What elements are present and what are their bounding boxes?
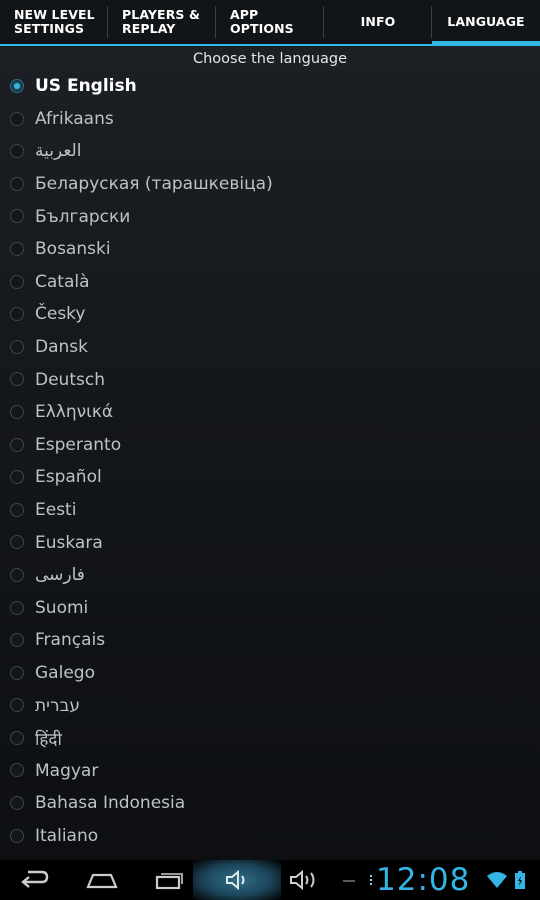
radio-button[interactable] [10, 600, 24, 615]
language-label: US English [35, 76, 137, 97]
language-option[interactable]: Français [0, 624, 540, 657]
language-option[interactable]: हिंदी [0, 722, 540, 755]
radio-button[interactable] [10, 828, 24, 843]
language-option[interactable]: Deutsch [0, 363, 540, 396]
language-option[interactable]: Ελληνικά [0, 396, 540, 429]
language-label: Bahasa Indonesia [35, 793, 186, 814]
radio-button[interactable] [10, 535, 24, 550]
language-option[interactable]: فارسی [0, 559, 540, 592]
language-option[interactable]: Bahasa Indonesia [0, 787, 540, 820]
radio-button[interactable] [10, 209, 24, 224]
status-clock: 12:08 [376, 862, 471, 898]
language-caption: Choose the language [192, 51, 348, 67]
language-label: עברית [35, 695, 81, 716]
radio-button[interactable] [10, 176, 24, 191]
tab-players-replay-line2: REPLAY [122, 21, 176, 36]
radio-button[interactable] [10, 796, 24, 811]
language-option[interactable]: Suomi [0, 592, 540, 625]
language-option[interactable]: Español [0, 461, 540, 494]
language-label: Ελληνικά [35, 402, 114, 423]
language-label: Esperanto [35, 434, 122, 455]
radio-button[interactable] [10, 437, 24, 452]
language-option[interactable]: Esperanto [0, 429, 540, 462]
language-label: Deutsch [35, 369, 105, 390]
language-option[interactable]: Eesti [0, 494, 540, 527]
language-label: Español [35, 467, 102, 488]
language-option[interactable]: Беларуская (тарашкевіца) [0, 168, 540, 201]
language-option[interactable]: Български [0, 200, 540, 233]
tab-new-level-settings-line2: SETTINGS [14, 21, 85, 36]
tab-new-level-settings-line1: NEW LEVEL [14, 7, 95, 22]
volume-down-icon[interactable] [220, 860, 254, 900]
language-list: US English Afrikaans العربية Беларуская … [0, 70, 540, 852]
language-label: Dansk [35, 337, 88, 358]
language-label: Eesti [35, 500, 77, 521]
radio-button[interactable] [10, 79, 24, 93]
radio-button[interactable] [10, 763, 24, 778]
language-option[interactable]: Dansk [0, 331, 540, 364]
back-icon[interactable] [15, 860, 55, 900]
recent-apps-icon[interactable] [150, 860, 190, 900]
tab-app-options-line2: OPTIONS [230, 21, 294, 36]
radio-button[interactable] [10, 111, 24, 126]
language-label: Galego [35, 662, 95, 683]
volume-up-icon[interactable] [286, 860, 322, 900]
tab-info[interactable]: INFO [324, 0, 432, 44]
tab-players-replay[interactable]: PLAYERS & REPLAY [108, 0, 216, 44]
language-option[interactable]: Euskara [0, 526, 540, 559]
tab-app-options-line1: APP [230, 7, 259, 22]
radio-button[interactable] [10, 502, 24, 517]
language-label: Euskara [35, 532, 103, 553]
notification-dots-icon[interactable] [340, 860, 374, 900]
language-option[interactable]: Bosanski [0, 233, 540, 266]
language-label: Česky [35, 304, 86, 325]
radio-button[interactable] [10, 307, 24, 322]
radio-button[interactable] [10, 567, 24, 582]
radio-button[interactable] [10, 339, 24, 354]
radio-button[interactable] [10, 470, 24, 485]
language-option[interactable]: العربية [0, 135, 540, 168]
language-option[interactable]: Afrikaans [0, 103, 540, 136]
language-label: Italiano [35, 825, 99, 846]
battery-icon [512, 860, 528, 900]
language-option[interactable]: Galego [0, 657, 540, 690]
language-option[interactable]: Català [0, 266, 540, 299]
radio-button[interactable] [10, 274, 24, 289]
radio-button[interactable] [10, 698, 24, 713]
tab-language-label: LANGUAGE [447, 14, 525, 29]
radio-button[interactable] [10, 404, 24, 419]
language-label: العربية [35, 141, 82, 162]
radio-button[interactable] [10, 730, 24, 745]
language-label: Bosanski [35, 239, 111, 260]
language-label: Français [35, 630, 106, 651]
language-label: فارسی [35, 565, 85, 586]
radio-button[interactable] [10, 665, 24, 680]
language-option[interactable]: US English [0, 70, 540, 103]
tab-app-options[interactable]: APP OPTIONS [216, 0, 324, 44]
language-label: Afrikaans [35, 108, 114, 129]
wifi-icon [486, 860, 508, 900]
language-label: Български [35, 206, 131, 227]
radio-button[interactable] [10, 633, 24, 648]
language-option[interactable]: Česky [0, 298, 540, 331]
tab-new-level-settings[interactable]: NEW LEVEL SETTINGS [0, 0, 108, 44]
language-option[interactable]: Italiano [0, 820, 540, 853]
home-icon[interactable] [82, 860, 122, 900]
radio-button[interactable] [10, 144, 24, 159]
language-label: Català [35, 271, 90, 292]
tab-info-label: INFO [360, 14, 396, 29]
language-label: Suomi [35, 597, 89, 618]
radio-button[interactable] [10, 241, 24, 256]
language-option[interactable]: עברית [0, 689, 540, 722]
radio-button[interactable] [10, 372, 24, 387]
language-label: Беларуская (тарашкевіца) [35, 174, 273, 195]
language-label: Magyar [35, 760, 99, 781]
tab-bar: NEW LEVEL SETTINGS PLAYERS & REPLAY APP … [0, 0, 540, 46]
tab-players-replay-line1: PLAYERS & [122, 7, 200, 22]
language-label: हिंदी [35, 729, 62, 750]
language-option[interactable]: Magyar [0, 754, 540, 787]
app-screen: NEW LEVEL SETTINGS PLAYERS & REPLAY APP … [0, 0, 540, 860]
tab-language[interactable]: LANGUAGE [432, 0, 540, 46]
